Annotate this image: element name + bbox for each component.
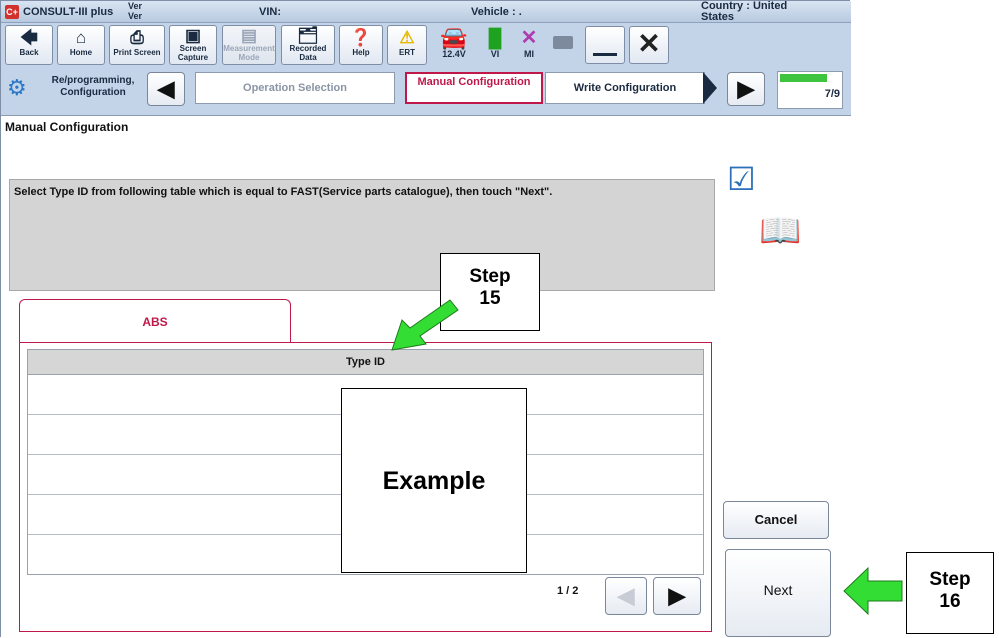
close-icon: ✕: [637, 28, 661, 59]
right-arrow-icon: ▶: [737, 76, 755, 101]
home-button[interactable]: ⌂ Home: [57, 25, 105, 65]
page-next-button[interactable]: ▶: [653, 577, 701, 615]
vehicle-label: Vehicle : .: [471, 6, 522, 18]
minimize-icon: [593, 53, 617, 56]
battery-voltage-status: 🚘 12.4V: [433, 25, 475, 65]
manual-book-icon: 📖: [759, 212, 802, 250]
page-header: Manual Configuration: [1, 115, 851, 141]
signal-icon: █: [488, 28, 502, 48]
main-content: Select Type ID from following table whic…: [1, 141, 721, 638]
right-arrow-icon: ▶: [668, 583, 686, 608]
app-logo-icon: C+: [5, 5, 19, 19]
next-step-button[interactable]: ▶: [727, 72, 765, 106]
back-button[interactable]: 🡄 Back: [5, 25, 53, 65]
close-button[interactable]: ✕: [629, 26, 669, 64]
next-button[interactable]: Next: [725, 549, 831, 637]
vi-status: █ VI: [479, 25, 511, 65]
vin-label: VIN:: [259, 6, 281, 18]
measurement-icon: ▤: [240, 26, 258, 45]
previous-step-button[interactable]: ◀: [147, 72, 185, 106]
progress-bar: [780, 74, 827, 82]
page-indicator: 1 / 2: [557, 585, 579, 597]
step-manual-configuration: Manual Configuration: [405, 72, 543, 104]
disconnected-x-icon: ✕: [520, 27, 538, 49]
help-button[interactable]: ❓ Help: [339, 25, 383, 65]
mi-status: ✕ MI: [513, 25, 545, 65]
step-write-configuration: Write Configuration: [545, 72, 705, 104]
print-screen-button[interactable]: ⎙ Print Screen: [109, 25, 165, 65]
page-prev-button[interactable]: ◀: [605, 577, 647, 615]
step-operation-selection: Operation Selection: [195, 72, 395, 104]
progress-text: 7/9: [824, 88, 840, 100]
cancel-button[interactable]: Cancel: [723, 501, 829, 539]
table-header-type-id: Type ID: [27, 349, 704, 375]
progress-indicator: 7/9: [777, 71, 843, 109]
step-16-arrow-icon: [843, 566, 903, 616]
tab-abs[interactable]: ABS: [19, 299, 291, 343]
warning-icon: ⚠: [399, 28, 415, 47]
left-arrow-icon: ◀: [617, 583, 635, 608]
printer-icon: ⎙: [130, 28, 144, 47]
instruction-text: Select Type ID from following table whic…: [14, 186, 553, 198]
step-15-arrow-icon: [391, 299, 459, 351]
step-arrow-icon: [703, 72, 717, 104]
device-status-icon: [553, 36, 573, 49]
right-panel: ☑ 📖 Cancel Next: [721, 141, 851, 638]
help-icon: ❓: [350, 28, 372, 47]
reprogramming-icon: ⚙: [7, 75, 27, 100]
title-bar: C+ CONSULT-III plus Ver Ver VIN: Vehicle …: [1, 1, 851, 23]
navigation-row: ⚙ Re/programming, Configuration ◀ Operat…: [1, 67, 851, 115]
country-label: Country : United States: [701, 0, 788, 23]
app-name: CONSULT-III plus: [23, 6, 114, 18]
measurement-mode-button[interactable]: ▤ Measurement Mode: [222, 25, 276, 65]
page-title: Manual Configuration: [5, 120, 129, 134]
step-16-callout: Step 16: [906, 552, 994, 634]
left-arrow-icon: ◀: [157, 76, 175, 101]
version-label: Ver Ver: [128, 1, 143, 21]
home-icon: ⌂: [75, 28, 87, 47]
ert-button[interactable]: ⚠ ERT: [387, 25, 427, 65]
minimize-button[interactable]: [585, 26, 625, 64]
breadcrumb-reprogramming: Re/programming, Configuration: [51, 75, 135, 98]
car-icon: 🚘: [440, 25, 468, 50]
back-arrow-icon: 🡄: [20, 28, 38, 47]
recorded-data-button[interactable]: 🗂 Recorded Data: [281, 25, 335, 65]
camera-icon: ▣: [184, 26, 202, 45]
checklist-icon: ☑: [727, 161, 756, 197]
instruction-box: Select Type ID from following table whic…: [9, 179, 715, 291]
toolbar: 🡄 Back ⌂ Home ⎙ Print Screen ▣ Screen Ca…: [1, 23, 851, 67]
screen-capture-button[interactable]: ▣ Screen Capture: [169, 25, 217, 65]
example-overlay: Example: [341, 388, 527, 573]
recorded-data-icon: 🗂: [297, 26, 319, 45]
